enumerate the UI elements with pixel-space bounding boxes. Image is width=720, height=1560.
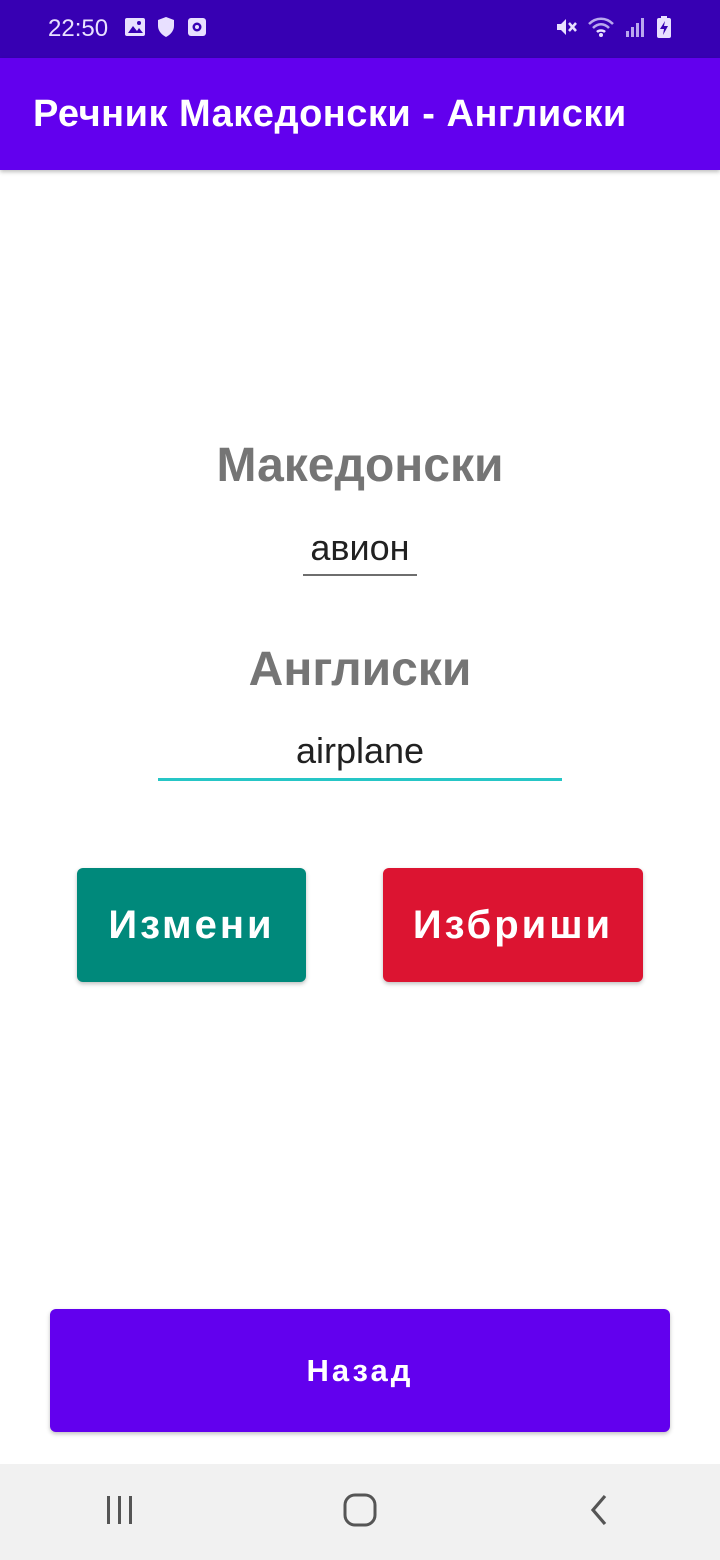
system-nav-bar bbox=[0, 1464, 720, 1560]
delete-button[interactable]: Избриши bbox=[383, 868, 643, 982]
status-time: 22:50 bbox=[48, 15, 109, 42]
status-bar: 22:50 bbox=[0, 0, 720, 58]
signal-icon bbox=[624, 16, 646, 43]
english-label: Англиски bbox=[248, 643, 472, 696]
status-icons-left bbox=[124, 16, 208, 43]
status-icons-right bbox=[554, 15, 672, 44]
system-back-button[interactable] bbox=[560, 1472, 640, 1552]
screen-record-icon bbox=[186, 16, 208, 43]
back-icon bbox=[585, 1493, 615, 1532]
mute-icon bbox=[554, 15, 578, 44]
macedonian-label: Македонски bbox=[216, 439, 504, 492]
macedonian-word-field[interactable]: авион bbox=[303, 524, 417, 576]
home-button[interactable] bbox=[320, 1472, 400, 1552]
app-title: Речник Македонски - Англиски bbox=[33, 92, 627, 135]
app-bar: Речник Македонски - Англиски bbox=[0, 58, 720, 170]
gallery-icon bbox=[124, 16, 146, 43]
battery-charging-icon bbox=[656, 15, 672, 44]
back-button[interactable]: Назад bbox=[50, 1309, 670, 1432]
edit-button[interactable]: Измени bbox=[77, 868, 306, 982]
recent-apps-button[interactable] bbox=[80, 1472, 160, 1552]
wifi-icon bbox=[588, 16, 614, 43]
home-icon bbox=[342, 1492, 378, 1533]
recent-apps-icon bbox=[103, 1493, 137, 1532]
shield-icon bbox=[156, 16, 176, 43]
english-word-field[interactable]: airplane bbox=[158, 727, 562, 781]
